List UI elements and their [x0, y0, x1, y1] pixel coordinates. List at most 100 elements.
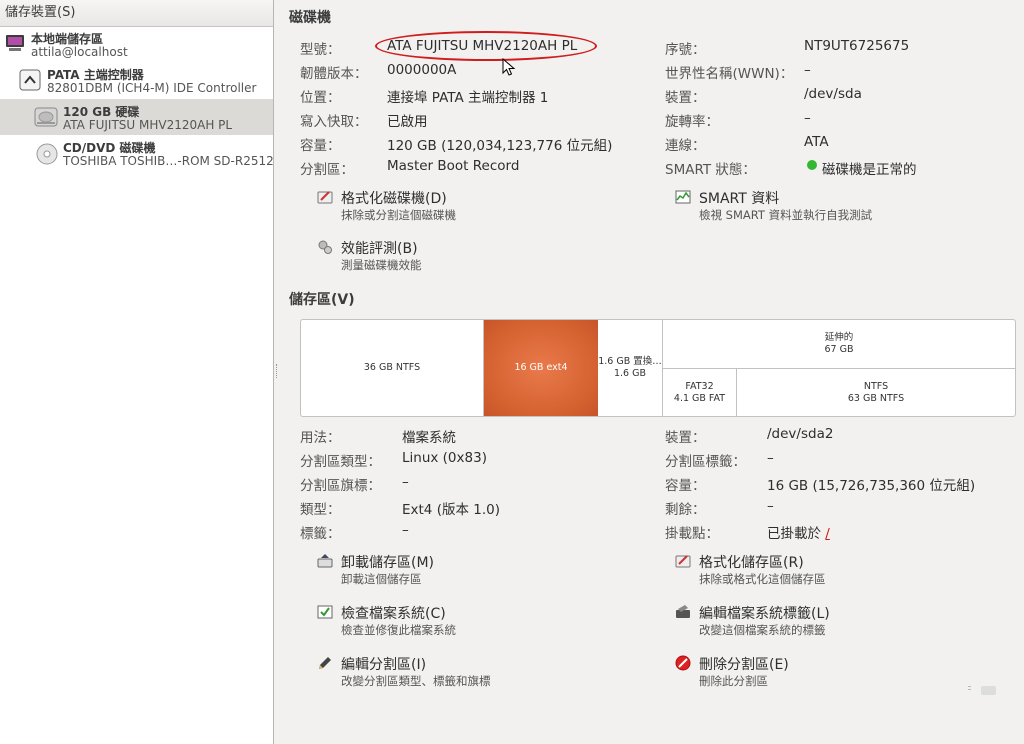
volume-usage-value: 檔案系統 — [402, 430, 456, 446]
partition-block-extended[interactable]: 延伸的 67 GB — [663, 320, 1015, 369]
volume-label-label: 標籤： — [300, 526, 341, 542]
partition-label: 延伸的 — [824, 332, 854, 343]
volume-mount-point-label: 掛載點： — [665, 526, 719, 542]
drive-partitioning-label: 分割區： — [300, 162, 354, 178]
smart-data-icon — [675, 190, 691, 204]
format-volume-button[interactable]: 格式化儲存區(R) 抹除或格式化這個儲存區 — [675, 552, 935, 588]
drive-wwn-value: – — [804, 62, 811, 78]
volume-type-value: Ext4 (版本 1.0) — [402, 502, 500, 518]
partition-size: 1.6 GB — [613, 368, 646, 379]
unmount-volume-button[interactable]: 卸載儲存區(M) 卸載這個儲存區 — [317, 552, 547, 588]
volume-partition-label-value: – — [767, 450, 774, 466]
volume-label-value: – — [402, 522, 409, 538]
drive-write-cache-label: 寫入快取： — [300, 114, 368, 130]
volume-available-value: – — [767, 498, 774, 514]
partition-size: 63 GB NTFS — [847, 392, 905, 404]
drive-capacity-value: 120 GB (120,034,123,776 位元組) — [387, 138, 613, 154]
drive-wwn-label: 世界性名稱(WWN)： — [665, 66, 794, 82]
controller-icon — [19, 69, 41, 91]
partition-label: 1.6 GB 置換… — [598, 356, 662, 367]
partition-block-fat32[interactable]: FAT32 4.1 GB FAT — [663, 369, 737, 416]
smart-data-button[interactable]: SMART 資料 檢視 SMART 資料並執行自我測試 — [675, 188, 935, 224]
drive-device-label: 裝置： — [665, 90, 706, 106]
drive-rotation-label: 旋轉率： — [665, 114, 719, 130]
edit-filesystem-label-button[interactable]: 編輯檔案系統標籤(L) 改變這個檔案系統的標籤 — [675, 603, 935, 639]
benchmark-icon — [318, 240, 332, 254]
pane-splitter-handle[interactable] — [276, 364, 280, 378]
drive-location-label: 位置： — [300, 90, 341, 106]
volume-partition-flags-value: – — [402, 474, 409, 490]
edit-partition-button[interactable]: 編輯分割區(I) 改變分割區類型、標籤和旗標 — [317, 654, 547, 690]
volume-partition-type-label: 分割區類型： — [300, 454, 381, 470]
mouse-cursor-icon — [502, 58, 516, 76]
volume-type-label: 類型： — [300, 502, 341, 518]
status-ok-icon — [807, 160, 817, 170]
volume-device-label: 裝置： — [665, 430, 706, 446]
drive-smart-status-value: 磁碟機是正常的 — [822, 162, 917, 178]
tree-item-subtitle: attila@localhost — [31, 45, 128, 59]
drive-smart-status-label: SMART 狀態： — [665, 162, 756, 178]
delete-icon — [675, 655, 691, 671]
tree-item-local-storage[interactable]: 本地端儲存區 attila@localhost — [0, 28, 273, 60]
partition-block-ntfs-63gb[interactable]: NTFS 63 GB NTFS — [737, 369, 1015, 416]
volume-capacity-label: 容量： — [665, 478, 706, 494]
benchmark-button[interactable]: 效能評測(B) 測量磁碟機效能 — [317, 238, 547, 274]
benchmark-desc: 測量磁碟機效能 — [341, 258, 422, 272]
format-volume-icon — [675, 555, 691, 568]
volume-usage-label: 用法： — [300, 430, 341, 446]
check-filesystem-icon — [317, 605, 333, 619]
unmount-volume-desc: 卸載這個儲存區 — [341, 572, 422, 586]
tree-item-hard-disk[interactable]: 120 GB 硬碟 ATA FUJITSU MHV2120AH PL — [0, 99, 273, 135]
partition-size: 67 GB — [824, 344, 854, 355]
drive-model-label: 型號： — [300, 42, 341, 58]
partition-map: 36 GB NTFS 16 GB ext4 1.6 GB 置換… 1.6 GB … — [300, 319, 1016, 417]
tree-item-optical-drive[interactable]: CD/DVD 磁碟機 TOSHIBA TOSHIB…-ROM SD-R2512 — [0, 137, 274, 171]
format-volume-desc: 抹除或格式化這個儲存區 — [699, 572, 826, 586]
storage-devices-sidebar: 儲存裝置(S) 本地端儲存區 attila@localhost PATA 主端控… — [0, 0, 274, 744]
tree-item-subtitle: TOSHIBA TOSHIB…-ROM SD-R2512 — [63, 154, 274, 168]
drive-connection-value: ATA — [804, 134, 829, 150]
drive-location-value: 連接埠 PATA 主端控制器 1 — [387, 90, 549, 106]
check-filesystem-button[interactable]: 檢查檔案系統(C) 檢查並修復此檔案系統 — [317, 603, 547, 639]
partition-block-ntfs-36gb[interactable]: 36 GB NTFS — [301, 320, 484, 416]
smart-data-title: SMART 資料 — [699, 191, 780, 207]
volume-device-value: /dev/sda2 — [767, 426, 834, 442]
drive-serial-label: 序號： — [665, 42, 706, 58]
volume-partition-label-label: 分割區標籤： — [665, 454, 746, 470]
format-drive-desc: 抹除或分割這個磁碟機 — [341, 208, 456, 222]
sidebar-header: 儲存裝置(S) — [0, 0, 273, 27]
delete-partition-desc: 刪除此分割區 — [699, 674, 768, 688]
partition-label: 16 GB ext4 — [514, 362, 568, 373]
drive-capacity-label: 容量： — [300, 138, 341, 154]
mount-point-text: 已掛載於 — [767, 526, 821, 542]
highlight-ellipse — [375, 31, 597, 61]
pencil-icon — [319, 657, 331, 669]
edit-partition-desc: 改變分割區類型、標籤和旗標 — [341, 674, 491, 688]
partition-block-swap[interactable]: 1.6 GB 置換… 1.6 GB — [598, 320, 663, 416]
hard-disk-icon — [34, 107, 58, 127]
unmount-volume-title: 卸載儲存區(M) — [341, 555, 435, 571]
partition-block-ext4-selected[interactable]: 16 GB ext4 — [484, 320, 598, 416]
drive-device-value: /dev/sda — [804, 86, 862, 102]
check-filesystem-title: 檢查檔案系統(C) — [341, 606, 446, 622]
mount-point-link[interactable]: / — [825, 526, 830, 542]
volume-available-label: 剩餘： — [665, 502, 706, 518]
edit-label-icon — [676, 605, 690, 618]
partition-label: FAT32 — [685, 380, 714, 392]
drive-firmware-value: 0000000A — [387, 62, 457, 78]
partition-label: NTFS — [863, 380, 889, 392]
tree-item-subtitle: ATA FUJITSU MHV2120AH PL — [63, 118, 233, 132]
optical-drive-icon — [36, 143, 58, 165]
format-drive-button[interactable]: 格式化磁碟機(D) 抹除或分割這個磁碟機 — [317, 188, 547, 224]
window-resize-grip-icon[interactable] — [968, 682, 998, 696]
drive-rotation-value: – — [804, 110, 811, 126]
partition-label: 36 GB NTFS — [363, 362, 421, 373]
drive-write-cache-value: 已啟用 — [387, 114, 428, 130]
computer-icon — [6, 35, 24, 51]
format-drive-title: 格式化磁碟機(D) — [341, 191, 447, 207]
delete-partition-title: 刪除分割區(E) — [699, 657, 789, 673]
tree-item-pata-controller[interactable]: PATA 主端控制器 82801DBM (ICH4-M) IDE Control… — [0, 64, 273, 98]
check-filesystem-desc: 檢查並修復此檔案系統 — [341, 623, 456, 637]
benchmark-title: 效能評測(B) — [341, 241, 418, 257]
delete-partition-button[interactable]: 刪除分割區(E) 刪除此分割區 — [675, 654, 935, 690]
